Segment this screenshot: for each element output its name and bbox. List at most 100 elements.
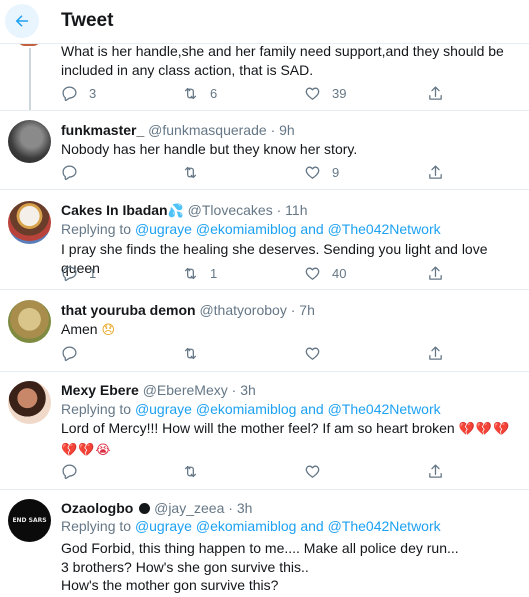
mention-link[interactable]: @ekomiamiblog	[196, 518, 297, 534]
share-button[interactable]	[427, 345, 444, 362]
tweet-header: funkmaster_ @funkmasquerade · 9h	[61, 122, 295, 138]
retweet-count: 6	[210, 86, 218, 101]
replying-to: Replying to @ugraye @ekomiamiblog and @T…	[61, 221, 441, 237]
user-handle[interactable]: @jay_zeea	[154, 500, 224, 516]
mention-link[interactable]: @The042Network	[328, 518, 441, 534]
retweet-count: 1	[210, 266, 218, 281]
retweet-button[interactable]	[182, 345, 210, 362]
separator-dot: ·	[276, 202, 282, 218]
reply-icon	[62, 346, 77, 362]
replying-and-label: and	[300, 221, 324, 237]
share-icon	[429, 266, 442, 280]
timestamp[interactable]: 3h	[237, 500, 253, 516]
reply-button[interactable]	[61, 345, 89, 362]
like-button[interactable]: 40	[304, 265, 346, 282]
share-button[interactable]	[427, 265, 444, 282]
display-name[interactable]: Ozaologbo	[61, 500, 133, 516]
verified-icon	[139, 503, 151, 514]
display-name[interactable]: funkmaster_	[61, 122, 144, 138]
tweet-actions: 1 1 40	[61, 265, 461, 285]
tweet-text: Amen 😞	[61, 320, 521, 341]
separator-dot: ·	[290, 302, 296, 318]
share-button[interactable]	[427, 164, 444, 181]
tweet-text: Nobody has her handle but they know her …	[61, 141, 358, 157]
back-button[interactable]	[5, 4, 39, 38]
mention-link[interactable]: @ugraye	[135, 401, 192, 417]
display-name[interactable]: Cakes In Ibadan	[61, 202, 168, 218]
tweet[interactable]: END SARS Ozaologbo @jay_zeea · 3h Replyi…	[0, 490, 529, 597]
tweet[interactable]: funkmaster_ @funkmasquerade · 9h Nobody …	[0, 111, 529, 190]
timestamp[interactable]: 7h	[299, 302, 315, 318]
avatar[interactable]	[8, 120, 51, 163]
tweet-actions	[61, 463, 461, 483]
separator-dot: ·	[270, 122, 276, 138]
avatar[interactable]	[8, 300, 51, 343]
tweet-text: God Forbid, this thing happen to me.... …	[61, 540, 459, 593]
sweat-droplets-emoji: 💦	[167, 204, 184, 219]
like-count: 9	[332, 165, 340, 180]
retweet-icon	[184, 87, 197, 100]
tweet-header: Cakes In Ibadan💦 @Tlovecakes · 11h	[61, 202, 307, 219]
avatar[interactable]: END SARS	[8, 499, 51, 542]
tweet-text: Lord of Mercy!!! How will the mother fee…	[61, 419, 511, 460]
display-name[interactable]: Mexy Ebere	[61, 382, 139, 398]
tweet-text-content: Lord of Mercy!!! How will the mother fee…	[61, 420, 455, 436]
top-header: Tweet	[0, 0, 529, 44]
mention-link[interactable]: @The042Network	[328, 401, 441, 417]
avatar-text: END SARS	[12, 517, 47, 524]
user-handle[interactable]: @EbereMexy	[143, 382, 228, 398]
share-icon	[429, 346, 442, 360]
timestamp[interactable]: 11h	[285, 202, 307, 218]
tweet-header: Ozaologbo @jay_zeea · 3h	[61, 500, 252, 516]
mention-link[interactable]: @ekomiamiblog	[196, 221, 297, 237]
like-button[interactable]: 9	[304, 164, 339, 181]
replying-to-label: Replying to	[61, 518, 132, 534]
user-handle[interactable]: @Tlovecakes	[188, 202, 273, 218]
retweet-button[interactable]	[182, 463, 210, 480]
like-count: 40	[332, 266, 347, 281]
reply-button[interactable]	[61, 164, 89, 181]
reply-icon	[62, 165, 77, 181]
retweet-button[interactable]: 6	[182, 85, 217, 102]
share-button[interactable]	[427, 463, 444, 480]
like-button[interactable]	[304, 345, 332, 362]
retweet-button[interactable]	[182, 164, 210, 181]
user-handle[interactable]: @funkmasquerade	[148, 122, 267, 138]
reply-button[interactable]: 1	[61, 265, 96, 282]
share-icon	[429, 165, 442, 179]
reply-count: 1	[89, 266, 97, 281]
reply-icon	[62, 266, 77, 282]
separator-dot: ·	[228, 500, 233, 516]
mention-link[interactable]: @ugraye	[135, 221, 192, 237]
like-count: 39	[332, 86, 347, 101]
tweet[interactable]: that youruba demon @thatyoroboy · 7h Ame…	[0, 290, 529, 372]
avatar[interactable]	[8, 381, 51, 424]
like-icon	[305, 347, 320, 360]
retweet-button[interactable]: 1	[182, 265, 217, 282]
timestamp[interactable]: 9h	[279, 122, 295, 138]
reply-button[interactable]: 3	[61, 85, 96, 102]
avatar[interactable]	[8, 201, 51, 244]
like-button[interactable]	[304, 463, 332, 480]
tweet[interactable]: Mexy Ebere @EbereMexy · 3h Replying to @…	[0, 372, 529, 490]
tweet-header: that youruba demon @thatyoroboy · 7h	[61, 302, 315, 318]
tweet[interactable]: Cakes In Ibadan💦 @Tlovecakes · 11h Reply…	[0, 190, 529, 290]
replying-to: Replying to @ugraye @ekomiamiblog and @T…	[61, 518, 441, 534]
reply-button[interactable]	[61, 463, 89, 480]
like-icon	[305, 465, 320, 478]
back-arrow-icon	[15, 15, 28, 27]
replying-and-label: and	[300, 401, 324, 417]
mention-link[interactable]: @ugraye	[135, 518, 192, 534]
mention-link[interactable]: @The042Network	[328, 221, 441, 237]
reply-icon	[62, 86, 77, 102]
user-handle[interactable]: @thatyoroboy	[199, 302, 286, 318]
tweet-actions	[61, 345, 461, 365]
disappointed-emoji: 😞	[101, 323, 116, 338]
like-icon	[305, 166, 320, 179]
share-button[interactable]	[427, 85, 444, 102]
mention-link[interactable]: @ekomiamiblog	[196, 401, 297, 417]
timestamp[interactable]: 3h	[240, 382, 256, 398]
display-name[interactable]: that youruba demon	[61, 302, 196, 318]
like-button[interactable]: 39	[304, 85, 346, 102]
tweet-text: What is her handle,she and her family ne…	[61, 43, 504, 78]
